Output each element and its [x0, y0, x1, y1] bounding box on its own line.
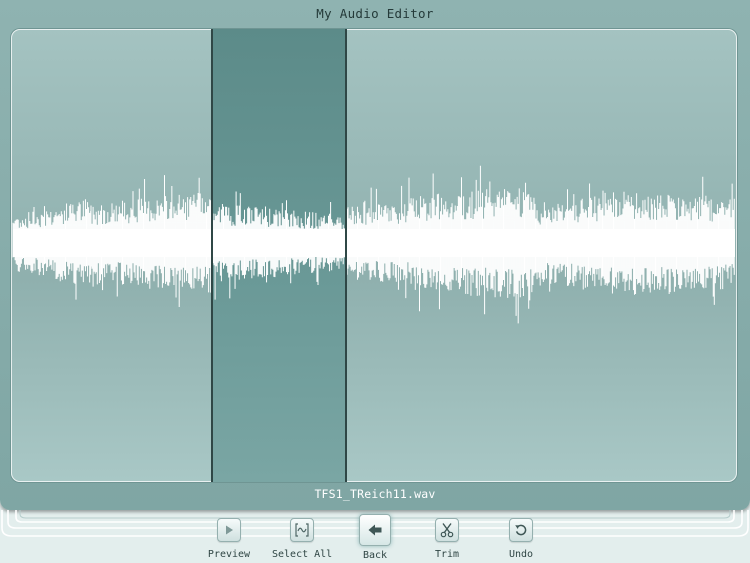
trim-button[interactable]: Trim: [417, 518, 477, 560]
back-arrow-icon: [368, 524, 382, 536]
trim-button-face[interactable]: [435, 518, 459, 542]
waveform-view[interactable]: [11, 29, 737, 482]
back-button-face[interactable]: [359, 514, 391, 546]
play-icon: [226, 525, 233, 535]
undo-button-face[interactable]: [509, 518, 533, 542]
scissors-icon: [440, 523, 454, 538]
undo-button[interactable]: Undo: [491, 518, 551, 560]
waveform: [12, 165, 735, 324]
file-name: TFS1_TReich11.wav: [314, 487, 436, 501]
select-all-button-label: Select All: [272, 549, 333, 560]
back-button-label: Back: [362, 550, 388, 561]
trim-button-label: Trim: [434, 549, 460, 560]
selection-end-marker[interactable]: [345, 29, 347, 482]
select-all-icon: [295, 523, 309, 537]
waveform-core: [13, 229, 735, 257]
editor-window: My Audio Editor TFS1_TReich11.wav: [0, 0, 750, 510]
preview-button-label: Preview: [207, 549, 251, 560]
undo-button-label: Undo: [508, 549, 534, 560]
undo-icon: [515, 524, 527, 536]
selection-start-marker[interactable]: [211, 29, 213, 482]
preview-button-face[interactable]: [217, 518, 241, 542]
back-button[interactable]: Back: [345, 514, 405, 561]
select-all-button-face[interactable]: [290, 518, 314, 542]
preview-button[interactable]: Preview: [199, 518, 259, 560]
select-all-button[interactable]: Select All: [272, 518, 332, 560]
window-title: My Audio Editor: [316, 6, 434, 21]
